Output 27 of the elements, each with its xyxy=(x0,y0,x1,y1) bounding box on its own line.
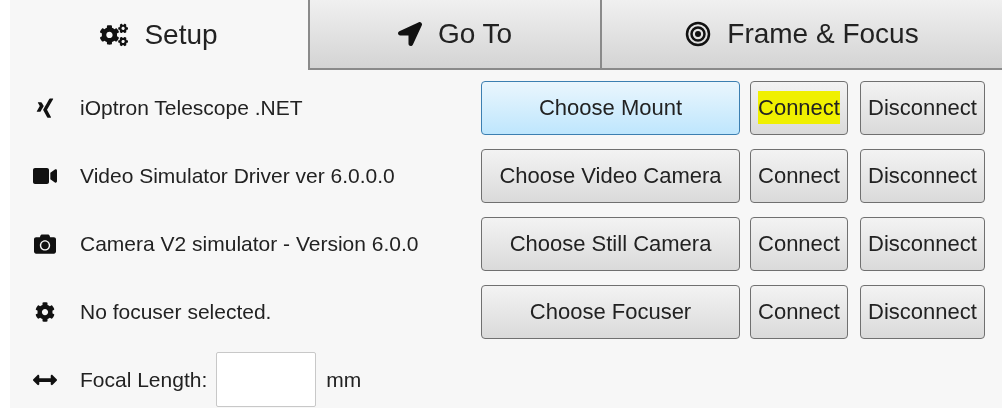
disconnect-button[interactable]: Disconnect xyxy=(860,284,985,339)
unit-label: mm xyxy=(326,366,362,393)
disconnect-button[interactable]: Disconnect xyxy=(860,148,985,203)
device-name: Camera V2 simulator - Version 6.0.0 xyxy=(80,230,420,257)
tab[interactable]: Go To xyxy=(308,0,600,70)
focal-length-label: Focal Length: xyxy=(80,366,208,393)
x-icon xyxy=(34,96,56,119)
choose-button[interactable]: Choose Video Camera xyxy=(481,148,740,203)
connect-button[interactable]: Connect xyxy=(750,148,848,203)
choose-button[interactable]: Choose Mount xyxy=(481,80,740,135)
choose-button[interactable]: Choose Still Camera xyxy=(481,216,740,271)
connect-button[interactable]: Connect xyxy=(750,80,848,135)
target-icon xyxy=(685,21,712,47)
arrow-icon xyxy=(397,22,422,46)
device-name: No focuser selected. xyxy=(80,298,273,325)
gear-icon xyxy=(35,301,55,322)
focal-length-field[interactable] xyxy=(216,352,317,407)
connect-button[interactable]: Connect xyxy=(750,284,848,339)
connect-button[interactable]: Connect xyxy=(750,216,848,271)
camera-icon xyxy=(34,232,56,255)
gears-icon xyxy=(100,21,129,49)
disconnect-button[interactable]: Disconnect xyxy=(860,80,985,135)
tab[interactable]: Frame & Focus xyxy=(600,0,1002,70)
device-name: Video Simulator Driver ver 6.0.0.0 xyxy=(80,162,396,189)
device-name: iOptron Telescope .NET xyxy=(80,94,304,121)
choose-button[interactable]: Choose Focuser xyxy=(481,284,740,339)
disconnect-button[interactable]: Disconnect xyxy=(860,216,985,271)
